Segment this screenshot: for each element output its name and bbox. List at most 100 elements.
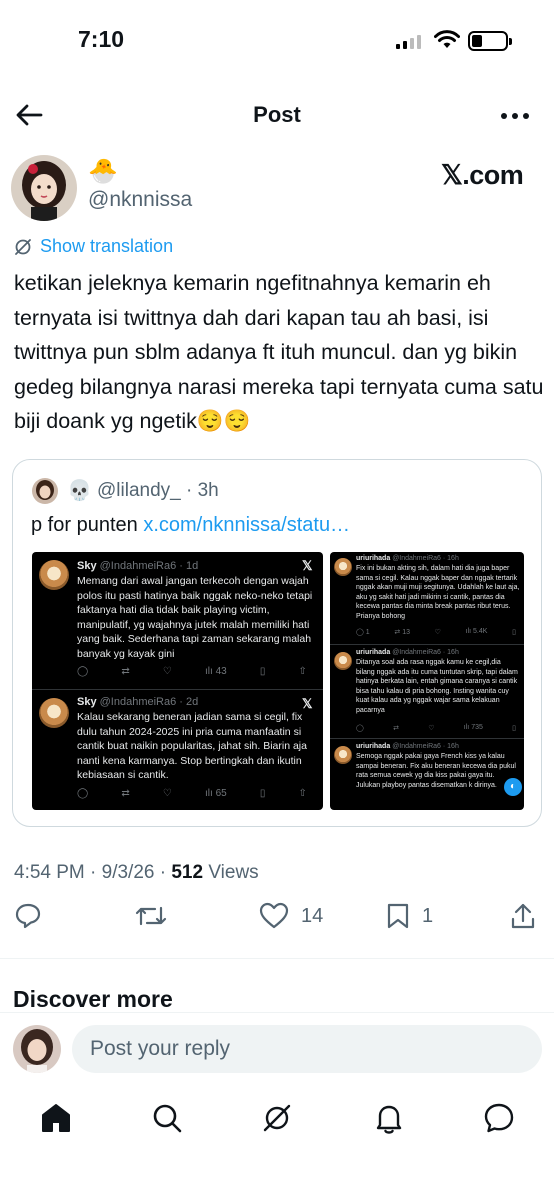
quote-link[interactable]: x.com/nknnissa/statu… — [143, 514, 350, 536]
page-title: Post — [253, 102, 301, 127]
screenshot-tweet: Sky @IndahmeiRa6 · 1d 𝕏 Memang dari awal… — [32, 552, 323, 688]
bookmark-icon: ▯ — [259, 788, 266, 799]
views-count: 512 — [171, 862, 204, 883]
screenshot-actions: ◯ ⇄ ♡ ılı 65 ▯ ⇧ — [77, 788, 307, 799]
post-timestamp: 4:54 PM · 9/3/26 · — [14, 862, 172, 883]
screenshot-tweet: uriurihada @IndahmeiRa6 · 16h Ditanya so… — [330, 646, 524, 736]
screenshot-actions: ◯ ⇄ ♡ ılı 43 ▯ ⇧ — [77, 666, 307, 677]
screenshot-actions: ◯ ⇄ ♡ ılı 735 ▯ — [356, 724, 516, 732]
more-options-icon[interactable] — [498, 104, 532, 128]
screenshot-tweet: uriurihada @IndahmeiRa6 · 16h Fix ini bu… — [330, 552, 524, 642]
show-translation-link[interactable]: Show translation — [14, 236, 173, 257]
views-icon: ılı 735 — [463, 724, 483, 731]
post-actions: 14 1 — [0, 902, 554, 942]
x-com-watermark: 𝕏.com — [441, 160, 524, 190]
quote-image-right[interactable]: uriurihada @IndahmeiRa6 · 16h Fix ini bu… — [330, 552, 524, 810]
reply-icon: ◯ — [77, 788, 89, 799]
bottom-tab-bar — [0, 1090, 554, 1150]
grok-icon[interactable] — [259, 1100, 295, 1136]
screenshot-body: Semoga nggak pakai gaya French kiss ya k… — [356, 753, 516, 789]
screenshot-avatar — [39, 698, 69, 728]
screenshot-body: Ditanya soal ada rasa nggak kamu ke cegi… — [356, 659, 518, 714]
reply-icon: ◯ — [77, 666, 89, 677]
screenshot-body: Memang dari awal jangan terkecoh dengan … — [77, 575, 313, 660]
bookmark-icon — [387, 903, 409, 929]
screenshot-body: Fix ini bukan akting sih, dalam hati dia… — [356, 565, 520, 620]
quote-text: p for punten x.com/nknnissa/statu… — [31, 514, 350, 537]
wifi-icon — [434, 30, 460, 48]
reply-icon: ◯ — [356, 725, 364, 732]
screenshot-author: uriurihada @IndahmeiRa6 · 16h — [356, 555, 459, 562]
views-icon: ılı 43 — [205, 666, 227, 677]
quote-image-left[interactable]: Sky @IndahmeiRa6 · 1d 𝕏 Memang dari awal… — [32, 552, 323, 810]
screenshot-author: uriurihada @IndahmeiRa6 · 16h — [356, 743, 459, 750]
discover-more-heading: Discover more — [13, 986, 173, 1012]
reply-icon — [15, 903, 41, 929]
bookmark-icon: ▯ — [512, 725, 516, 732]
reply-button[interactable] — [14, 902, 42, 930]
repost-button[interactable] — [135, 902, 167, 930]
screenshot-author: uriurihada @IndahmeiRa6 · 16h — [356, 649, 459, 656]
screenshot-avatar — [334, 558, 352, 576]
translate-icon — [15, 238, 31, 255]
show-translation-label: Show translation — [40, 236, 174, 256]
screenshot-body: Kalau sekarang beneran jadian sama si ce… — [77, 711, 307, 781]
views-label: Views — [203, 862, 259, 883]
status-bar: 7:10 — [0, 0, 554, 80]
tweet-text: ketikan jeleknya kemarin ngefitnahnya ke… — [14, 271, 544, 433]
like-icon: ♡ — [162, 788, 172, 799]
home-icon[interactable] — [38, 1100, 74, 1136]
reply-input[interactable] — [72, 1025, 542, 1073]
author-avatar[interactable] — [11, 155, 77, 221]
bookmark-button[interactable]: 1 — [386, 902, 433, 930]
x-logo-icon: 𝕏 — [302, 558, 313, 573]
top-nav: Post — [0, 92, 554, 138]
share-icon: ⇧ — [298, 666, 307, 677]
share-icon: ⇧ — [298, 788, 307, 799]
share-icon — [511, 903, 535, 929]
quote-handle: @lilandy_ — [97, 480, 181, 501]
author-handle[interactable]: @nknnissa — [88, 188, 192, 212]
like-icon: ♡ — [162, 666, 172, 677]
repost-icon: ⇄ — [394, 629, 401, 636]
repost-icon: ⇄ — [393, 725, 399, 732]
grok-button-icon: ◐ — [504, 778, 522, 796]
current-user-avatar[interactable] — [13, 1025, 61, 1073]
status-time: 7:10 — [78, 26, 125, 52]
quoted-tweet[interactable]: 💀 @lilandy_ · 3h p for punten x.com/nknn… — [12, 459, 542, 827]
heart-icon — [259, 902, 289, 929]
screenshot-actions: ◯ 1 ⇄ 13 ♡ ılı 5.4K ▯ — [356, 628, 516, 636]
cellular-signal-icon — [396, 34, 421, 49]
screenshot-divider — [32, 689, 323, 690]
divider — [0, 958, 554, 959]
quote-time: · 3h — [186, 480, 219, 501]
user-emoji-badge: 🐣 — [88, 158, 118, 185]
quote-author-avatar — [32, 478, 58, 504]
screenshot-author: Sky @IndahmeiRa6 · 2d — [77, 696, 199, 708]
bookmark-count: 1 — [422, 904, 434, 927]
skull-emoji: 💀 — [67, 480, 92, 502]
like-button[interactable]: 14 — [259, 902, 323, 930]
quote-handle-time: @lilandy_ · 3h — [97, 480, 219, 502]
bookmark-icon: ▯ — [259, 666, 266, 677]
search-icon[interactable] — [149, 1100, 185, 1136]
screenshot-avatar — [334, 652, 352, 670]
share-button[interactable] — [510, 902, 536, 930]
screenshot-avatar — [39, 560, 69, 590]
post-meta: 4:54 PM · 9/3/26 · 512 Views — [14, 862, 259, 884]
bookmark-icon: ▯ — [512, 629, 516, 636]
battery-icon — [468, 31, 512, 51]
messages-icon[interactable] — [481, 1100, 517, 1136]
screenshot-avatar — [334, 746, 352, 764]
like-icon: ♡ — [428, 725, 435, 732]
repost-icon: ⇄ — [121, 666, 130, 677]
screenshot-tweet: Sky @IndahmeiRa6 · 2d 𝕏 Kalau sekarang b… — [32, 692, 323, 810]
notifications-bell-icon[interactable] — [371, 1100, 407, 1136]
screenshot-divider — [330, 738, 524, 739]
screenshot-author: Sky @IndahmeiRa6 · 1d — [77, 560, 199, 572]
views-icon: ılı 65 — [205, 788, 227, 799]
like-icon: ♡ — [434, 629, 441, 636]
like-count: 14 — [301, 904, 324, 927]
reply-composer — [0, 1012, 554, 1086]
repost-icon: ⇄ — [121, 788, 130, 799]
